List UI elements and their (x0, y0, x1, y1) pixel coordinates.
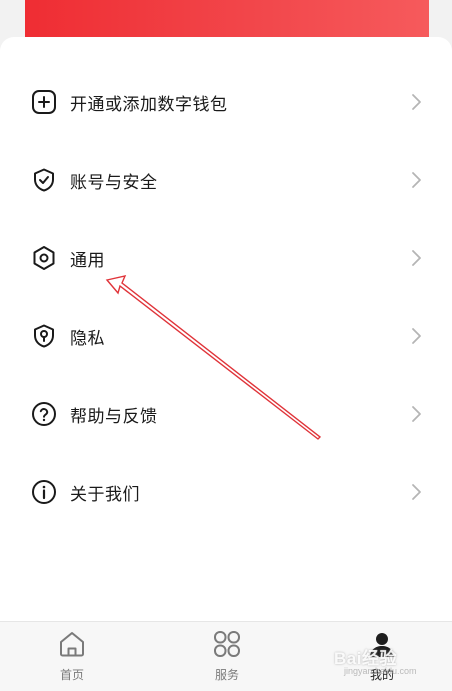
shield-check-icon (31, 167, 57, 193)
grid-services-icon (212, 629, 242, 659)
menu-item-general[interactable]: 通用 (0, 228, 452, 288)
menu-item-privacy[interactable]: 隐私 (0, 306, 452, 366)
plus-square-icon (31, 89, 57, 115)
menu-item-label: 开通或添加数字钱包 (70, 94, 228, 115)
menu-item-label: 隐私 (70, 328, 105, 349)
privacy-shield-icon (31, 323, 57, 349)
menu-item-label: 账号与安全 (70, 172, 158, 193)
help-circle-icon (31, 401, 57, 427)
home-icon (57, 629, 87, 659)
chevron-right-icon (409, 482, 423, 502)
watermark-sub: jingyan.baidu.com (344, 666, 417, 676)
chevron-right-icon (409, 248, 423, 268)
chevron-right-icon (409, 326, 423, 346)
chevron-right-icon (409, 92, 423, 112)
nav-label: 服务 (214, 668, 239, 682)
nav-item-home[interactable]: 首页 (17, 622, 127, 691)
menu-item-label: 帮助与反馈 (70, 406, 158, 427)
info-circle-icon (31, 479, 57, 505)
menu-item-about-us[interactable]: 关于我们 (0, 462, 452, 522)
chevron-right-icon (409, 404, 423, 424)
menu-item-help-feedback[interactable]: 帮助与反馈 (0, 384, 452, 444)
chevron-right-icon (409, 170, 423, 190)
menu-item-label: 关于我们 (70, 484, 140, 505)
menu-item-digital-wallet[interactable]: 开通或添加数字钱包 (0, 72, 452, 132)
nav-label: 首页 (59, 668, 84, 682)
menu-item-label: 通用 (70, 250, 105, 271)
hexagon-settings-icon (31, 245, 57, 271)
menu-item-account-security[interactable]: 账号与安全 (0, 150, 452, 210)
nav-item-services[interactable]: 服务 (172, 622, 282, 691)
